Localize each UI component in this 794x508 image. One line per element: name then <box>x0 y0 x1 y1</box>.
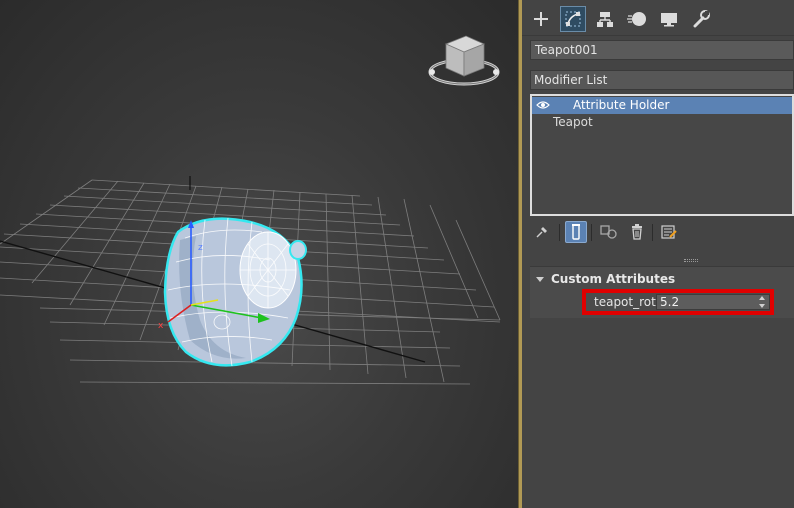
viewport-scene: x z <box>0 35 501 385</box>
tab-display[interactable] <box>656 6 682 32</box>
plus-icon <box>534 12 548 26</box>
spinner-value: 5.2 <box>660 295 680 309</box>
tab-utilities[interactable] <box>688 6 714 32</box>
configure-icon <box>661 225 677 239</box>
modifier-stack[interactable]: Attribute Holder Teapot <box>530 94 794 216</box>
param-label: teapot_rot: <box>594 295 660 309</box>
svg-text:z: z <box>198 243 203 253</box>
modifier-list-dropdown[interactable]: Modifier List <box>530 70 794 90</box>
svg-text:x: x <box>158 321 164 331</box>
pin-stack-button[interactable] <box>531 221 553 243</box>
tab-hierarchy[interactable] <box>592 6 618 32</box>
highlight-box: teapot_rot: 5.2 <box>582 289 774 315</box>
command-panel: Teapot001 Modifier List Attribute Holder… <box>522 0 794 508</box>
rollout-header[interactable]: Custom Attributes <box>536 272 675 286</box>
spinner-arrows-icon[interactable] <box>759 296 766 308</box>
rollout-resize-grip[interactable] <box>684 259 698 262</box>
show-end-result-icon <box>572 224 580 240</box>
viewcube-icon <box>428 35 500 86</box>
motion-icon <box>627 12 646 26</box>
configure-modifier-sets-button[interactable] <box>658 221 680 243</box>
stack-item-attribute-holder[interactable]: Attribute Holder <box>532 97 792 114</box>
eye-icon[interactable] <box>536 100 550 110</box>
custom-attributes-rollout: Custom Attributes teapot_rot: 5.2 <box>530 266 794 318</box>
teapot-rot-spinner[interactable]: 5.2 <box>656 294 770 310</box>
show-end-result-button[interactable] <box>565 221 587 243</box>
tab-modify[interactable] <box>560 6 586 32</box>
make-unique-button[interactable] <box>598 221 620 243</box>
stack-item-label: Teapot <box>553 115 593 129</box>
make-unique-icon <box>600 225 617 239</box>
teapot-mesh-icon: x z <box>158 217 307 367</box>
display-icon <box>661 13 677 27</box>
pin-icon <box>536 227 547 238</box>
wrench-icon <box>693 10 710 28</box>
rollout-title: Custom Attributes <box>551 272 676 286</box>
stack-toolbar <box>530 220 794 246</box>
perspective-viewport[interactable]: x z <box>0 0 518 508</box>
trash-icon <box>632 224 642 240</box>
tab-create[interactable] <box>528 6 554 32</box>
stack-item-teapot[interactable]: Teapot <box>532 114 792 131</box>
remove-modifier-button[interactable] <box>626 221 648 243</box>
tab-motion[interactable] <box>624 6 650 32</box>
hierarchy-icon <box>597 12 613 27</box>
stack-item-label: Attribute Holder <box>573 98 670 112</box>
collapse-triangle-icon[interactable] <box>536 277 544 282</box>
modify-icon <box>565 11 581 27</box>
object-name-field[interactable]: Teapot001 <box>530 40 794 60</box>
command-panel-tabs <box>522 0 794 36</box>
